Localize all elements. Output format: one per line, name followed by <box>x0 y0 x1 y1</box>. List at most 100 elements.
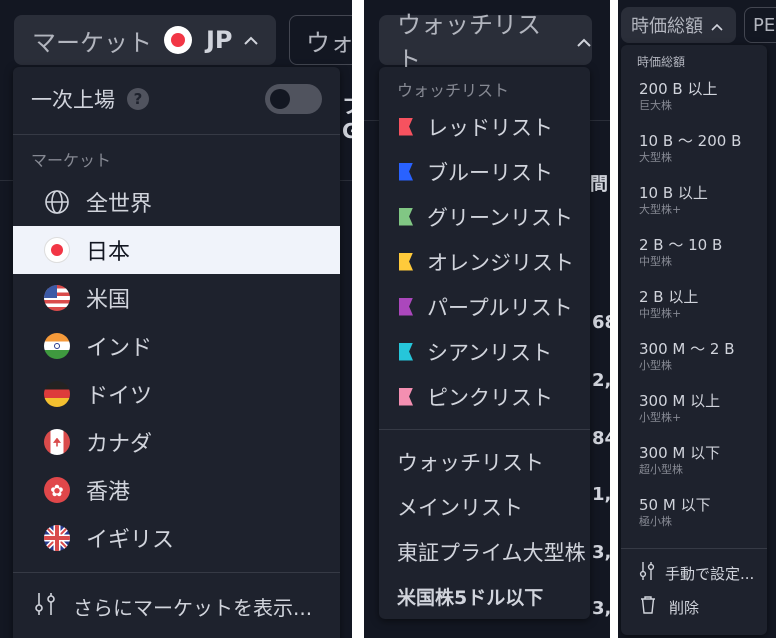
option-sublabel: 大型株+ <box>639 203 682 216</box>
option-sublabel: 極小株 <box>639 515 672 528</box>
chevron-up-icon <box>576 26 592 54</box>
option-label: 2 B 〜 10 B <box>639 236 723 254</box>
market-cap-dropdown-button[interactable]: 時価総額 <box>621 7 736 43</box>
japan-flag-icon <box>164 26 192 54</box>
chevron-up-icon <box>243 30 259 51</box>
market-cap-filter-panel: 0.60 15.01 時価総額 PE 時価総額 200 B 以上 巨大株 10 … <box>618 0 776 638</box>
watchlist-item[interactable]: 東証プライム大型株 <box>379 529 590 574</box>
option-sublabel: 小型株 <box>639 359 672 372</box>
watchlist-label: 東証プライム大型株 <box>397 540 586 565</box>
market-cap-option[interactable]: 300 M 〜 2 B 小型株 <box>621 333 767 385</box>
market-cap-option[interactable]: 300 M 以上 小型株+ <box>621 385 767 437</box>
orange-flag-icon <box>399 252 413 271</box>
market-item-canada[interactable]: カナダ <box>13 418 340 466</box>
market-item-uk[interactable]: イギリス <box>13 514 340 562</box>
option-label: 50 M 以下 <box>639 496 711 514</box>
market-filter-panel: フG マーケット JP ウォ 一次上場 ? マーケット 全世界 <box>0 0 352 638</box>
market-dropdown-menu: 一次上場 ? マーケット 全世界 日本 米国 インド ドイツ カナダ ✿ 香港 … <box>13 67 340 638</box>
watchlist-green[interactable]: グリーンリスト <box>379 194 590 239</box>
bg-fragment: 68 <box>592 312 610 333</box>
manual-setting-label: 手動で設定... <box>665 564 755 583</box>
divider <box>13 572 340 573</box>
option-label: 300 M 以上 <box>639 392 721 410</box>
watchlist-label: ピンクリスト <box>427 385 553 410</box>
uk-flag-icon <box>44 525 70 551</box>
watchlist-cyan[interactable]: シアンリスト <box>379 329 590 374</box>
market-cap-dropdown-menu: 時価総額 200 B 以上 巨大株 10 B 〜 200 B 大型株 10 B … <box>621 45 767 635</box>
watchlist-chip-partial[interactable]: ウォ <box>289 15 352 65</box>
primary-listing-toggle[interactable] <box>265 84 322 114</box>
market-cap-option[interactable]: 10 B 〜 200 B 大型株 <box>621 125 767 177</box>
option-label: 10 B 以上 <box>639 184 708 202</box>
market-item-label: カナダ <box>86 432 153 457</box>
toggle-knob <box>270 89 290 109</box>
market-item-label: 米国 <box>86 288 131 313</box>
watchlist-label: シアンリスト <box>427 340 553 365</box>
watchlist-label: ブルーリスト <box>427 160 553 185</box>
trash-icon <box>639 595 657 619</box>
market-item-label: 全世界 <box>86 192 153 217</box>
delete-button[interactable]: 削除 <box>621 591 767 623</box>
market-cap-option[interactable]: 2 B 以上 中型株+ <box>621 281 767 333</box>
sliders-icon <box>33 591 57 621</box>
market-cap-option[interactable]: 300 M 以下 超小型株 <box>621 437 767 489</box>
bg-fragment: 84 <box>592 428 610 449</box>
manual-setting-button[interactable]: 手動で設定... <box>621 557 767 589</box>
watchlist-dropdown-button[interactable]: ウォッチリスト <box>379 11 592 74</box>
pink-flag-icon <box>399 387 413 406</box>
watchlist-pink[interactable]: ピンクリスト <box>379 374 590 419</box>
option-sublabel: 巨大株 <box>639 99 672 112</box>
japan-flag-icon <box>44 237 70 263</box>
watchlist-orange[interactable]: オレンジリスト <box>379 239 590 284</box>
pe-dropdown-button[interactable]: PE <box>744 7 776 43</box>
market-country-code: JP <box>206 26 233 54</box>
show-more-markets-button[interactable]: さらにマーケットを表示... <box>13 582 340 630</box>
market-cap-button-label: 時価総額 <box>631 16 703 37</box>
red-flag-icon <box>399 117 413 136</box>
chevron-up-icon <box>711 15 723 36</box>
watchlist-dropdown-menu: ウォッチリスト レッドリスト ブルーリスト グリーンリスト オレンジリスト パー… <box>379 67 590 619</box>
market-item-label: イギリス <box>86 528 175 553</box>
market-button-label: マーケット <box>32 28 152 57</box>
market-item-label: 香港 <box>86 480 131 505</box>
market-cap-option[interactable]: 2 B 〜 10 B 中型株 <box>621 229 767 281</box>
market-cap-option[interactable]: 50 M 以下 極小株 <box>621 489 767 541</box>
watchlist-label: レッドリスト <box>427 115 553 140</box>
option-label: 200 B 以上 <box>639 80 718 98</box>
market-item-germany[interactable]: ドイツ <box>13 370 340 418</box>
market-item-label: 日本 <box>86 240 131 265</box>
divider <box>13 134 340 135</box>
watchlist-chip-label: ウォ <box>306 28 352 57</box>
watchlist-purple[interactable]: パープルリスト <box>379 284 590 329</box>
market-item-india[interactable]: インド <box>13 322 340 370</box>
watchlist-label: メインリスト <box>397 495 523 520</box>
market-cap-option[interactable]: 200 B 以上 巨大株 <box>621 73 767 125</box>
bg-fragment: 間 <box>590 174 608 195</box>
watchlist-label: グリーンリスト <box>427 205 573 230</box>
option-label: 300 M 以下 <box>639 444 721 462</box>
watchlist-item[interactable]: メインリスト <box>379 484 590 529</box>
market-item-us[interactable]: 米国 <box>13 274 340 322</box>
market-item-japan[interactable]: 日本 <box>13 226 340 274</box>
option-label: 2 B 以上 <box>639 288 699 306</box>
watchlist-filter-panel: 間 68 2, 84 1, 3, 3, ウォッチリスト ウォッチリスト レッドリ… <box>364 0 610 638</box>
option-label: 10 B 〜 200 B <box>639 132 742 150</box>
watchlist-item[interactable]: 米国株5ドル以下 <box>379 574 590 619</box>
bg-fragment: フG <box>342 94 352 143</box>
bg-fragment: 3, <box>592 598 610 619</box>
market-cap-option[interactable]: 10 B 以上 大型株+ <box>621 177 767 229</box>
green-flag-icon <box>399 207 413 226</box>
canada-flag-icon <box>44 429 70 455</box>
watchlist-button-label: ウォッチリスト <box>397 11 541 74</box>
market-item-hongkong[interactable]: ✿ 香港 <box>13 466 340 514</box>
help-icon[interactable]: ? <box>127 88 149 110</box>
option-sublabel: 小型株+ <box>639 411 682 424</box>
market-item-world[interactable]: 全世界 <box>13 178 340 226</box>
market-dropdown-button[interactable]: マーケット JP <box>14 15 276 65</box>
bg-fragment: 1, <box>592 484 610 505</box>
india-flag-icon <box>44 333 70 359</box>
primary-listing-row: 一次上場 ? <box>13 77 340 121</box>
watchlist-red[interactable]: レッドリスト <box>379 104 590 149</box>
watchlist-blue[interactable]: ブルーリスト <box>379 149 590 194</box>
watchlist-item[interactable]: ウォッチリスト <box>379 439 590 484</box>
